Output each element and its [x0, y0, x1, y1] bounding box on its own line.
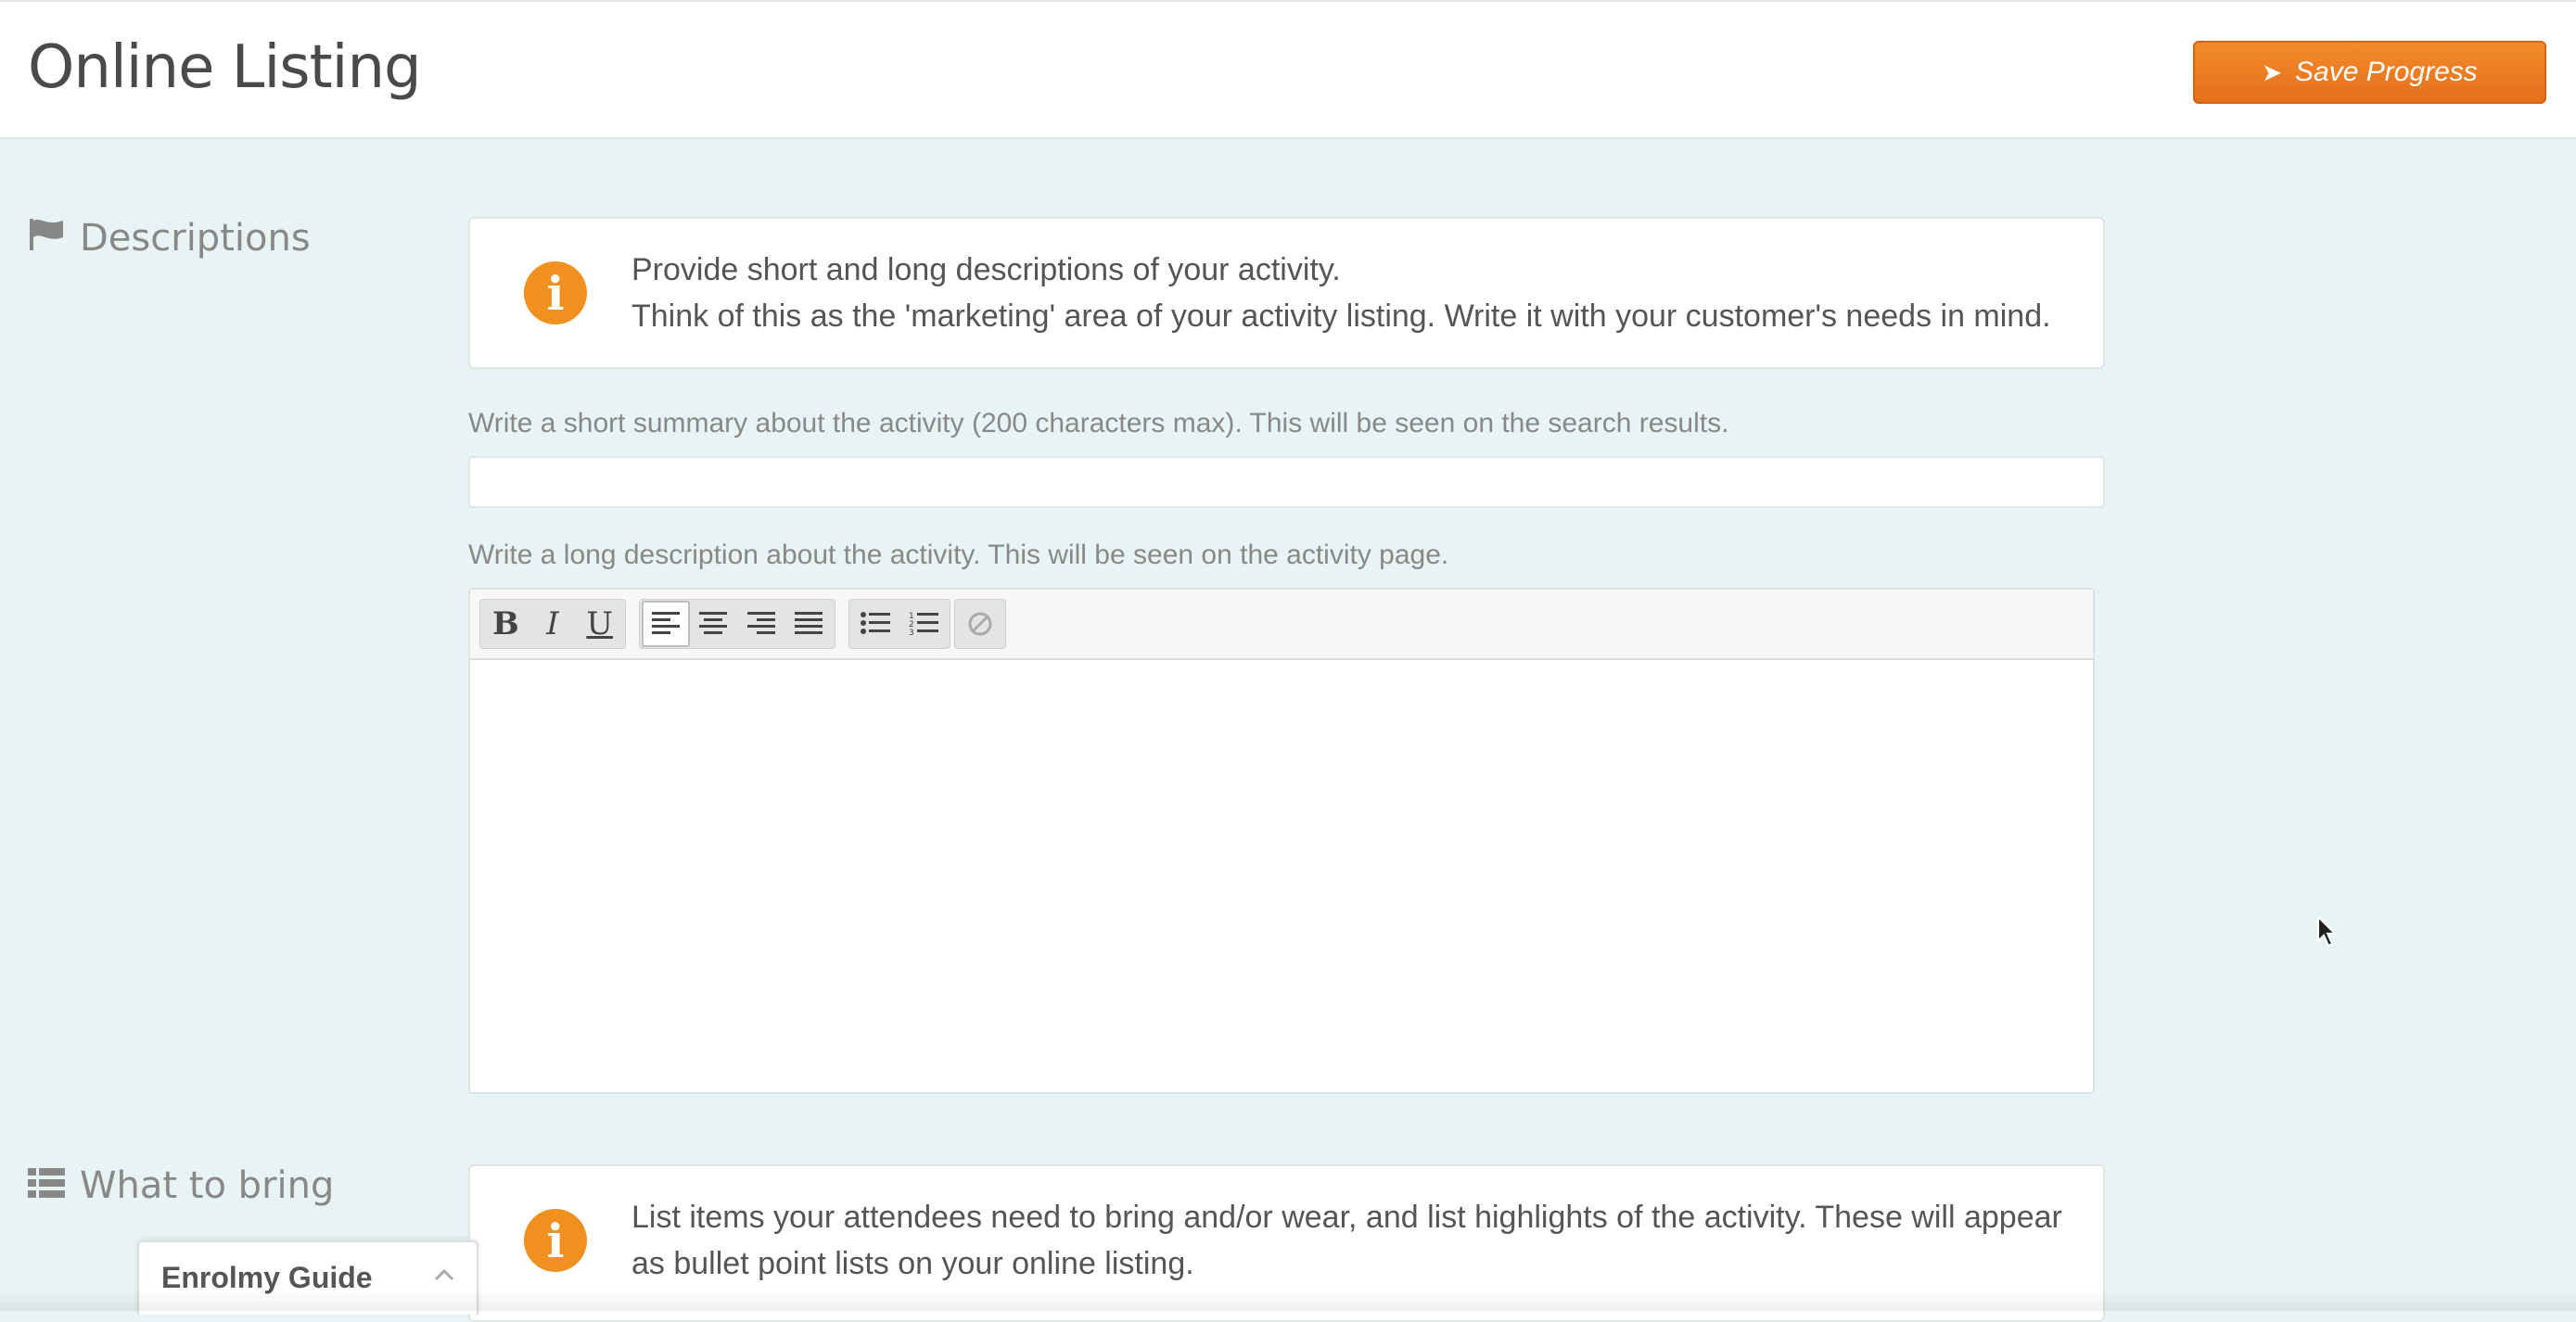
guide-title: Enrolmy Guide — [161, 1261, 373, 1294]
bullet-list-button[interactable] — [851, 600, 899, 648]
align-justify-icon — [795, 612, 823, 634]
align-left-button[interactable] — [642, 601, 690, 647]
save-progress-button[interactable]: ➤ Save Progress — [2193, 41, 2546, 104]
page-header: Online Listing ➤ Save Progress — [0, 0, 2576, 139]
numbered-list-icon: 123 — [909, 612, 938, 637]
chevron-up-icon — [434, 1268, 454, 1281]
page-title: Online Listing — [28, 33, 422, 102]
long-description-textarea[interactable] — [470, 660, 2093, 1096]
section-label-what-to-bring: What to bring — [28, 1164, 334, 1207]
svg-text:3: 3 — [909, 629, 914, 637]
list-group: 123 — [848, 599, 950, 649]
descriptions-info-text: Provide short and long descriptions of y… — [631, 247, 2075, 339]
long-description-label: Write a long description about the activ… — [468, 540, 1449, 570]
alignment-group — [639, 599, 835, 649]
align-left-icon — [651, 612, 680, 634]
text-style-group: B I U — [479, 599, 626, 649]
what-to-bring-info-box: i List items your attendees need to brin… — [468, 1164, 2105, 1322]
clear-group — [954, 599, 1006, 649]
align-justify-button[interactable] — [785, 600, 833, 648]
info-line-1: Provide short and long descriptions of y… — [631, 252, 1341, 287]
info-icon: i — [524, 261, 587, 324]
save-progress-label: Save Progress — [2295, 57, 2478, 87]
short-summary-label: Write a short summary about the activity… — [468, 408, 1729, 439]
arrow-right-icon: ➤ — [2262, 57, 2283, 86]
descriptions-info-box: i Provide short and long descriptions of… — [468, 217, 2105, 369]
underline-button[interactable]: U — [576, 600, 623, 648]
info-icon: i — [524, 1209, 587, 1272]
clear-format-button[interactable] — [957, 600, 1003, 648]
long-description-editor: B I U 123 — [468, 588, 2095, 1094]
numbered-list-button[interactable]: 123 — [899, 600, 948, 648]
align-center-icon — [699, 612, 728, 634]
section-title-what-to-bring: What to bring — [80, 1164, 335, 1207]
list-icon — [28, 1164, 65, 1207]
clear-format-icon — [968, 612, 992, 636]
italic-button[interactable]: I — [529, 600, 577, 648]
bullet-list-icon — [861, 612, 890, 634]
flag-icon — [28, 217, 65, 260]
enrolmy-guide-widget[interactable]: Enrolmy Guide — [137, 1240, 478, 1315]
short-summary-input[interactable] — [468, 456, 2105, 508]
info-line-2: Think of this as the 'marketing' area of… — [631, 299, 2051, 334]
section-title-descriptions: Descriptions — [80, 217, 311, 260]
align-center-button[interactable] — [690, 600, 737, 648]
section-label-descriptions: Descriptions — [28, 217, 311, 260]
what-to-bring-info-text: List items your attendees need to bring … — [631, 1200, 2062, 1281]
align-right-icon — [746, 612, 775, 634]
bold-button[interactable]: B — [482, 600, 529, 648]
align-right-button[interactable] — [737, 600, 784, 648]
mouse-cursor-icon — [2317, 915, 2338, 947]
editor-toolbar: B I U 123 — [470, 590, 2093, 660]
